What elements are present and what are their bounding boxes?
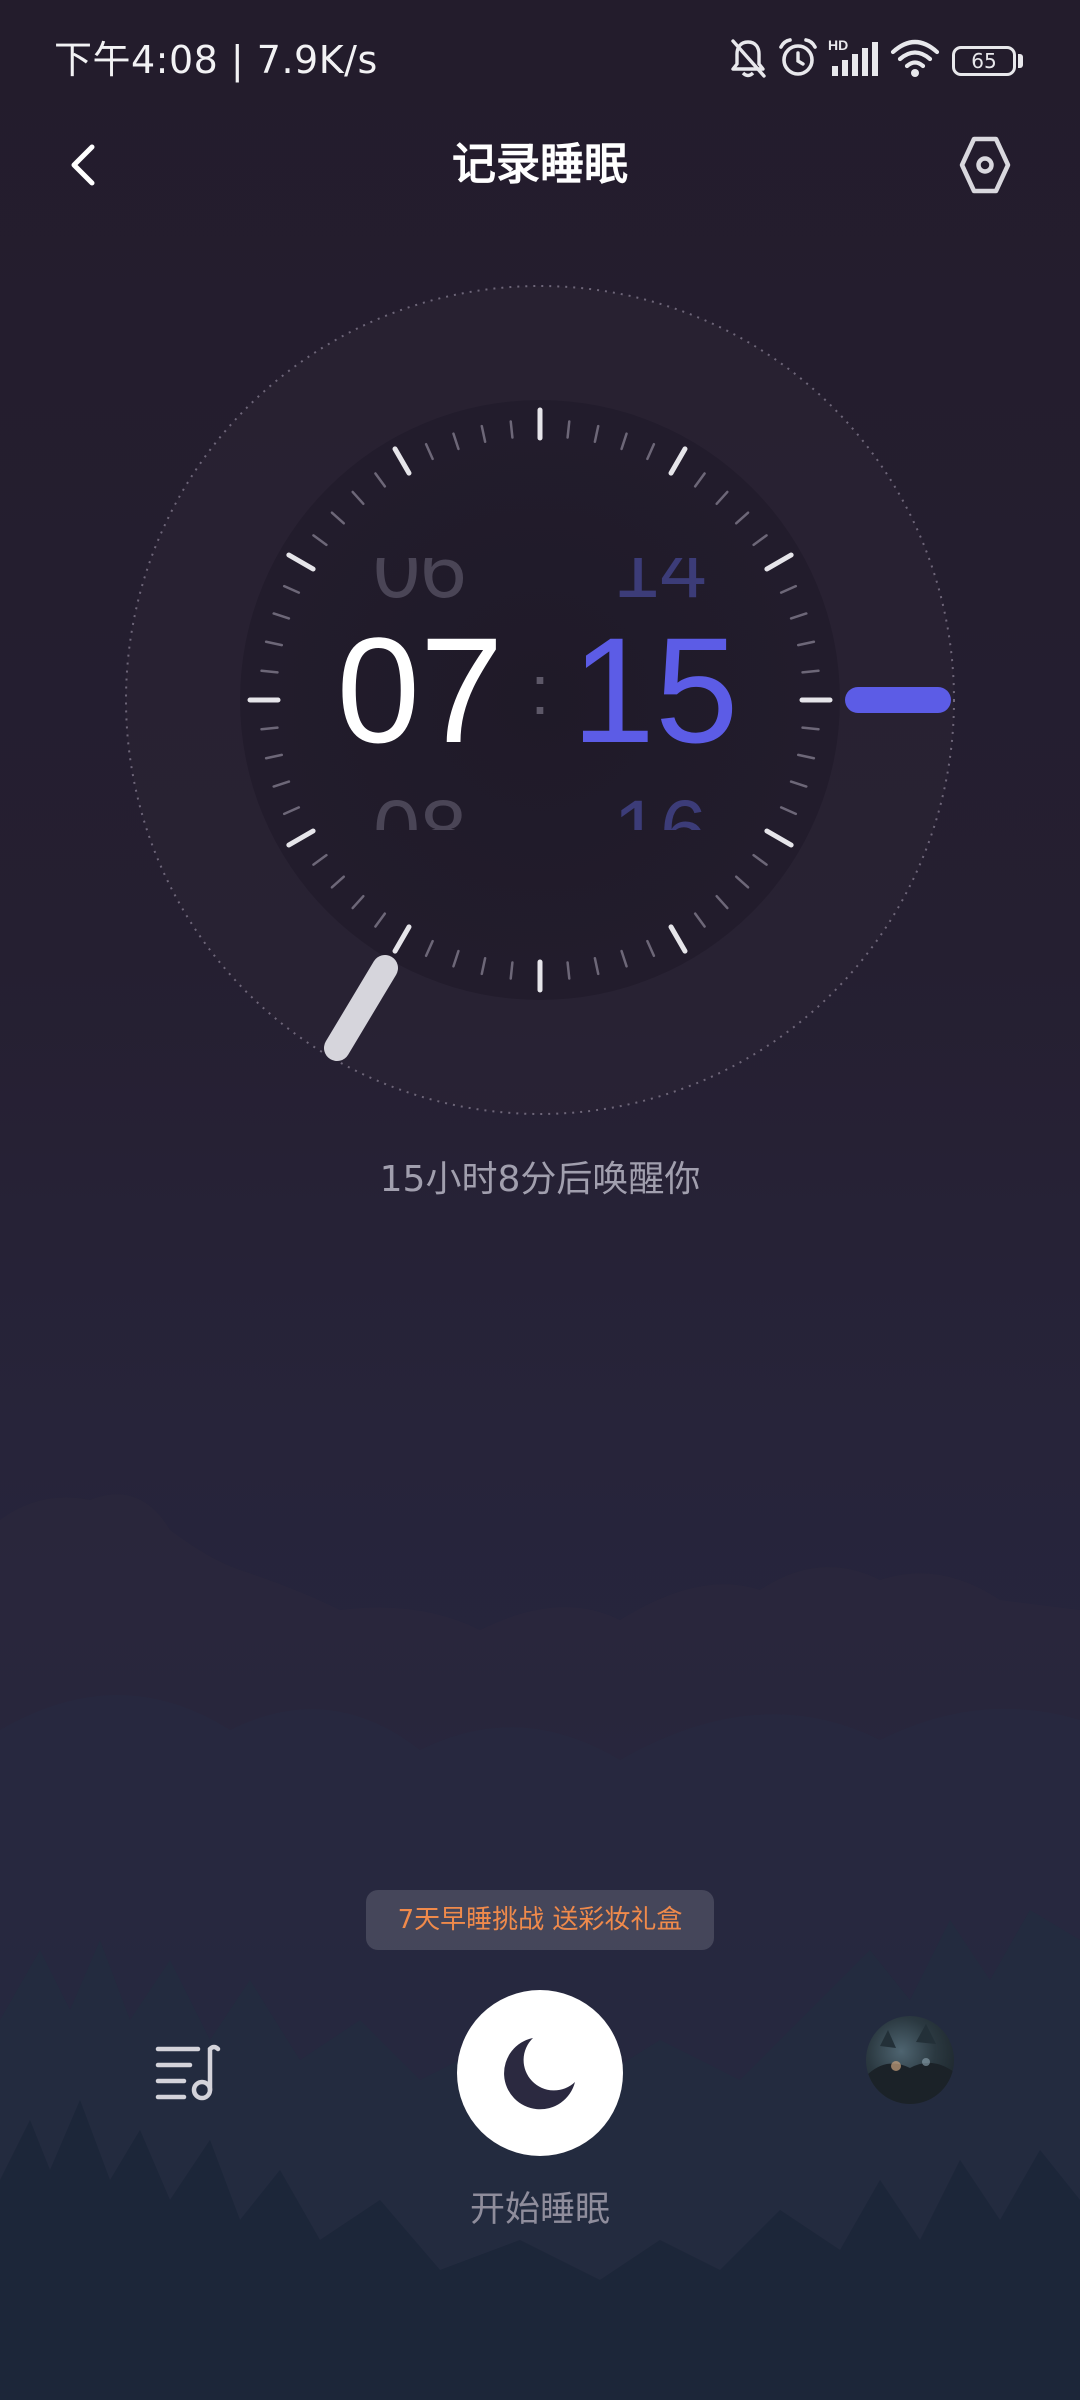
alarm-minute[interactable]: 15 [555,600,755,780]
start-sleep-label: 开始睡眠 [469,2190,610,2230]
minor-tick [260,726,279,731]
mute-bell-icon [728,36,768,80]
hd-label: HD [828,37,848,53]
minor-tick [801,726,820,731]
music-list-button[interactable] [150,2035,222,2107]
settings-button[interactable] [950,130,1020,200]
wake-countdown-text: 15小时8分后唤醒你 [379,1159,701,1200]
minor-tick [509,420,514,439]
wifi-icon [890,36,940,80]
hexagon-settings-icon [959,136,1011,194]
status-bar-time: 下午4:08 | 7.9K/s [54,38,378,82]
avatar[interactable] [866,2016,954,2104]
minor-tick [260,669,279,674]
promo-banner[interactable]: 7天早睡挑战 送彩妆礼盒 [366,1890,714,1950]
start-sleep-button[interactable] [457,1990,623,2156]
hour-next: 08 [373,783,467,830]
battery-cap [1018,54,1023,68]
battery-level: 65 [971,49,997,73]
minor-tick [566,961,571,980]
minor-tick [509,961,514,980]
alarm-clock-icon [776,36,820,80]
minor-tick [801,669,820,674]
hd-signal-icon: HD [826,36,882,80]
minute-next: 16 [613,783,707,830]
minor-tick [566,420,571,439]
avatar-image [866,2024,954,2104]
music-list-icon [155,2044,221,2101]
page-title: 记录睡眠 [452,139,628,190]
battery-icon: 65 [952,46,1016,76]
time-separator: : [530,651,550,729]
alarm-hour[interactable]: 07 [320,600,520,780]
crescent-moon-icon [504,2038,575,2110]
